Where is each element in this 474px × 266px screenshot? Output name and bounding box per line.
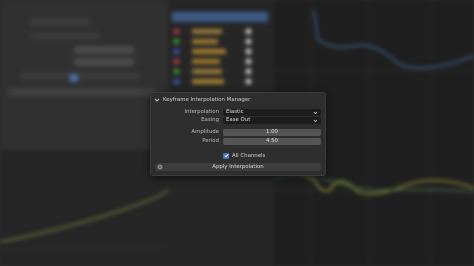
blurred-row (8, 88, 158, 96)
blurred-row (74, 58, 134, 66)
channel-row (174, 78, 270, 86)
easing-dropdown[interactable]: Ease Out (223, 116, 321, 124)
blurred-row (30, 32, 100, 40)
amplitude-row: Amplitude 1.00 (151, 128, 325, 136)
channel-row (174, 28, 270, 36)
all-channels-checkbox[interactable] (223, 152, 229, 159)
blurred-row (74, 46, 134, 54)
blurred-row (20, 72, 140, 80)
keyframe-interpolation-panel: Keyframe Interpolation Manager Interpola… (150, 92, 326, 176)
channel-row (174, 68, 270, 76)
channel-row (174, 58, 270, 66)
gear-icon[interactable] (157, 164, 163, 170)
interpolation-value: Elastic (226, 109, 244, 115)
amplitude-label: Amplitude (191, 129, 219, 135)
channel-row (174, 38, 270, 46)
apply-interpolation-label: Apply Interpolation (212, 164, 264, 170)
period-label: Period (202, 138, 219, 144)
chevron-down-icon (154, 98, 160, 102)
panel-title: Keyframe Interpolation Manager (163, 96, 251, 103)
channel-row (174, 48, 270, 56)
interpolation-dropdown[interactable]: Elastic (223, 108, 321, 116)
amplitude-value: 1.00 (265, 129, 278, 135)
easing-row: Easing Ease Out (151, 116, 325, 124)
blurred-row (30, 18, 90, 26)
left-curve-graph (0, 150, 168, 266)
period-field[interactable]: 4.50 (223, 137, 321, 145)
channel-list-header (172, 12, 268, 22)
checkmark-icon (223, 153, 229, 158)
blurred-icon (70, 74, 78, 82)
caret-down-icon (313, 111, 318, 114)
period-value: 4.50 (265, 138, 278, 144)
apply-interpolation-button[interactable]: Apply Interpolation (155, 163, 321, 171)
properties-pane (0, 0, 168, 266)
amplitude-field[interactable]: 1.00 (223, 128, 321, 136)
all-channels-label: All Channels (232, 152, 266, 159)
period-row: Period 4.50 (151, 137, 325, 145)
interpolation-row: Interpolation Elastic (151, 108, 325, 116)
easing-label: Easing (201, 117, 219, 123)
easing-value: Ease Out (226, 117, 251, 123)
interpolation-label: Interpolation (184, 109, 220, 115)
panel-header[interactable]: Keyframe Interpolation Manager (154, 95, 250, 104)
caret-down-icon (313, 119, 318, 122)
all-channels-row[interactable]: All Channels (223, 152, 265, 159)
apply-row: Apply Interpolation (155, 163, 321, 171)
